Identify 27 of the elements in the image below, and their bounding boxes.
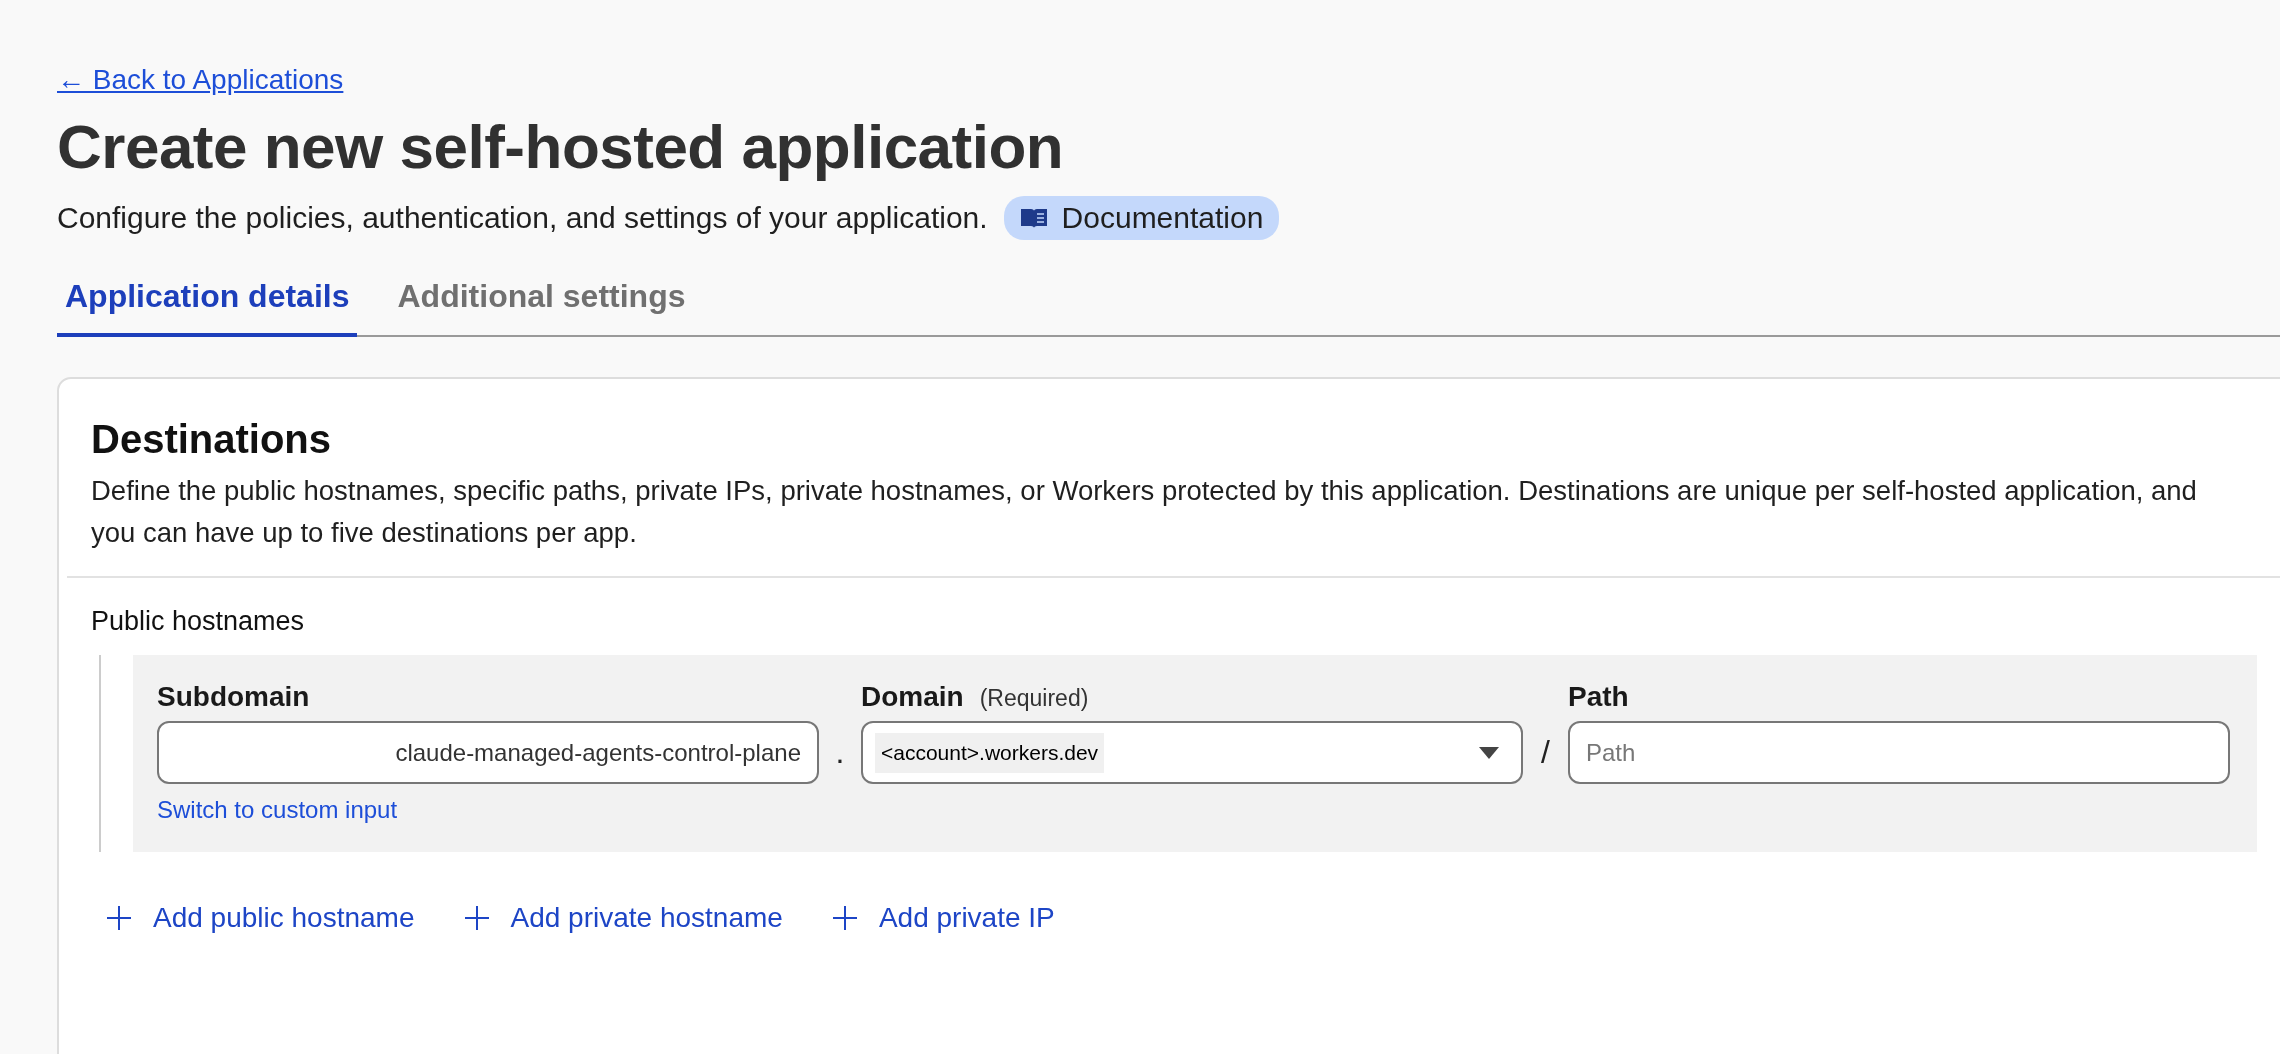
subdomain-field[interactable]: claude-managed-agents-control-plane	[157, 721, 819, 785]
required-hint: (Required)	[979, 685, 1089, 713]
plus-icon	[832, 906, 857, 931]
add-button[interactable]: Add public hostname	[107, 902, 415, 935]
field-label: Domain	[861, 681, 964, 714]
dot-separator: .	[834, 734, 846, 772]
plus-icon	[107, 906, 131, 931]
tab[interactable]: Application details	[57, 268, 358, 338]
documentation-badge[interactable]: Documentation	[1003, 196, 1280, 241]
path-field[interactable]: Path	[1568, 721, 2230, 785]
page-subtitle: Configure the policies, authentication, and settings of your application.	[57, 201, 988, 236]
field-label: Path	[1568, 681, 1629, 714]
switch-input-link[interactable]: Switch to custom input	[157, 796, 398, 825]
section-title: Destinations	[91, 417, 333, 463]
back-link[interactable]: ← Back to Applications	[57, 64, 344, 96]
plus-icon	[464, 906, 489, 931]
add-button[interactable]: Add private hostname	[464, 902, 783, 935]
book-icon	[1019, 207, 1048, 230]
caret-icon	[1479, 746, 1499, 759]
section-description: Define the public hostnames, specific paths, private IPs, private hostnames, or Workers protected by this application. Destinations are unique per self-hosted application, and you can have up to five destinations per app.	[91, 474, 2198, 551]
slash-separator: /	[1540, 734, 1551, 772]
add-button[interactable]: Add private IP	[832, 902, 1055, 935]
page-title: Create new self-hosted application	[57, 111, 1065, 183]
domain-dropdown[interactable]: <account>.workers.dev	[861, 721, 1523, 785]
subsection-label: Public hostnames	[91, 606, 306, 638]
field-label: Subdomain	[157, 681, 310, 714]
tab[interactable]: Additional settings	[389, 268, 694, 338]
